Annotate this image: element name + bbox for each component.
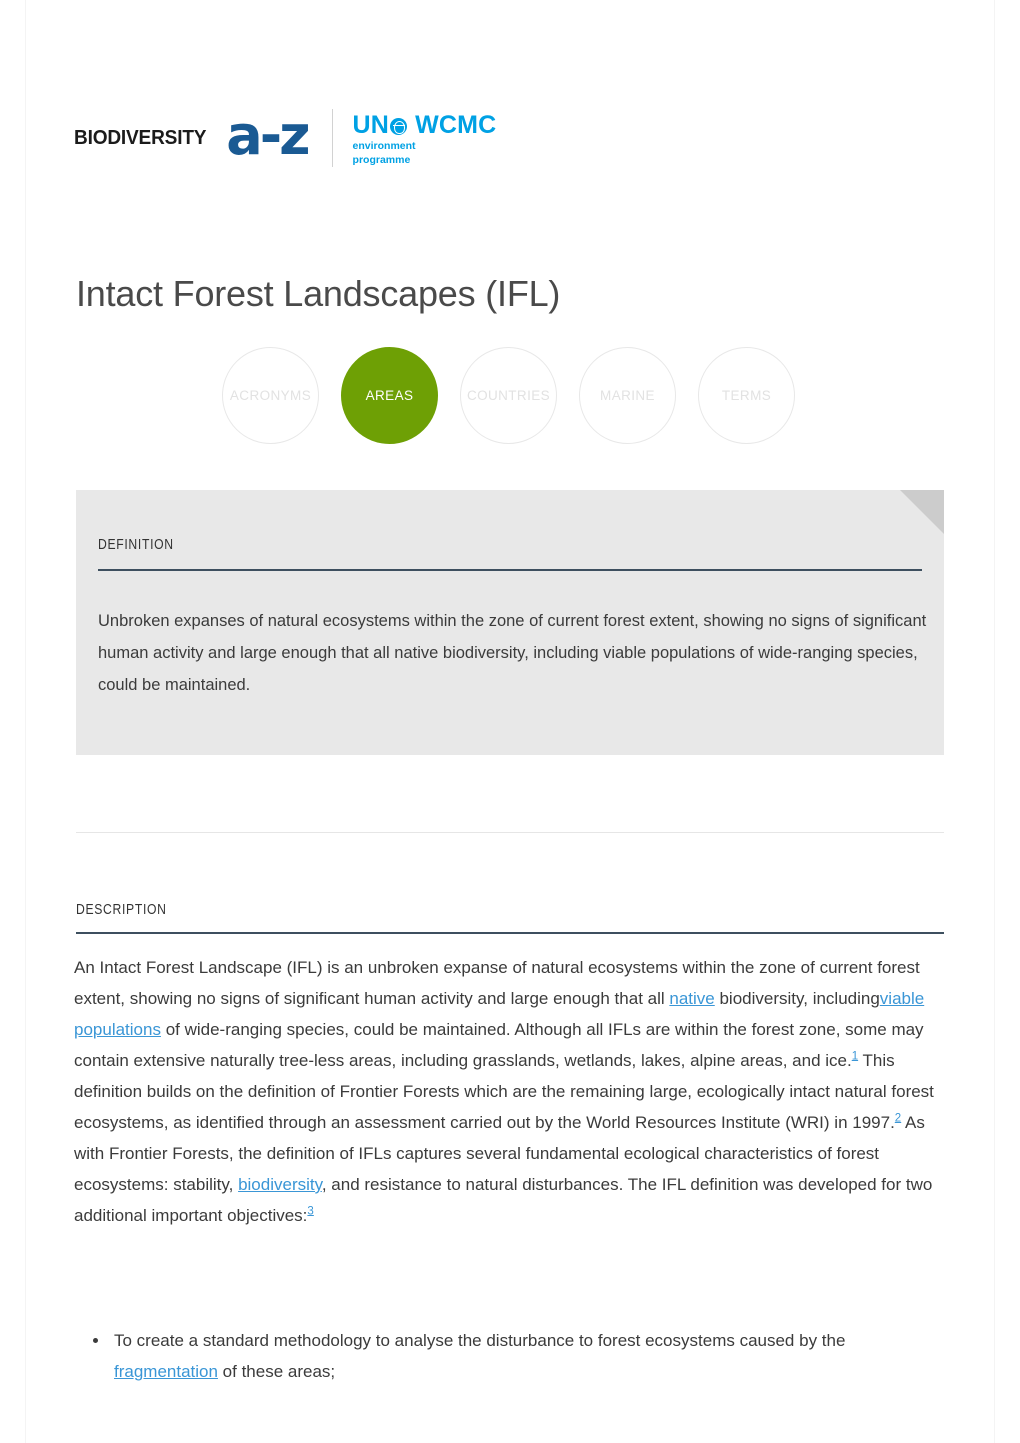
desc-text-2: biodiversity, including <box>714 989 880 1008</box>
objective-text-2: of these areas; <box>217 1362 336 1381</box>
biodiversity-az-logo[interactable]: BIODIVERSITY a-z <box>74 100 311 176</box>
category-circle-areas[interactable]: AREAS <box>341 347 438 444</box>
link-fragmentation[interactable]: fragmentation <box>114 1362 218 1381</box>
site-header: BIODIVERSITY a-z UN WCMC environment pro… <box>74 100 496 176</box>
unep-subtitle-programme: programme <box>352 154 411 166</box>
category-label-terms: TERMS <box>721 388 772 403</box>
un-text: UN <box>352 111 390 139</box>
wcmc-text: WCMC <box>415 111 497 139</box>
definition-text: Unbroken expanses of natural ecosystems … <box>98 612 927 694</box>
definition-underline <box>98 569 922 571</box>
category-label-marine: MARINE <box>600 388 655 403</box>
footnote-link-3[interactable]: 3 <box>307 1205 313 1218</box>
category-nav: ACRONYMS AREAS COUNTRIES MARINE TERMS <box>222 347 817 444</box>
link-biodiversity[interactable]: biodiversity <box>238 1175 322 1194</box>
definition-heading: DEFINITION <box>98 537 174 553</box>
corner-fold-decoration <box>900 490 944 534</box>
logo-divider <box>331 109 333 167</box>
page-right-edge <box>994 0 995 1443</box>
section-divider <box>76 832 944 833</box>
un-globe-icon <box>390 117 408 135</box>
desc-text-3: of wide-ranging species, could be mainta… <box>74 1020 924 1070</box>
link-native[interactable]: native <box>669 989 714 1008</box>
category-label-areas: AREAS <box>365 388 414 403</box>
category-label-acronyms: ACRONYMS <box>229 388 312 403</box>
footnote-ref-3[interactable]: 3 <box>307 1205 313 1218</box>
category-circle-terms[interactable]: TERMS <box>698 347 795 444</box>
page-left-edge <box>25 0 26 1443</box>
objective-text-1: To create a standard methodology to anal… <box>114 1331 846 1350</box>
list-item: To create a standard methodology to anal… <box>110 1325 950 1387</box>
category-circle-acronyms[interactable]: ACRONYMS <box>222 347 319 444</box>
unep-wcmc-logo[interactable]: UN WCMC environment programme <box>353 108 497 170</box>
definition-panel: DEFINITION Unbroken expanses of natural … <box>76 490 944 755</box>
category-label-countries: COUNTRIES <box>466 388 551 403</box>
page-title: Intact Forest Landscapes (IFL) <box>76 273 561 314</box>
biodiversity-wordmark: BIODIVERSITY <box>74 126 207 149</box>
unep-subtitle-environment: environment <box>352 140 416 152</box>
page-canvas: BIODIVERSITY a-z UN WCMC environment pro… <box>0 0 1020 1443</box>
description-paragraph: An Intact Forest Landscape (IFL) is an u… <box>74 952 950 1231</box>
category-circle-countries[interactable]: COUNTRIES <box>460 347 557 444</box>
description-heading: DESCRIPTION <box>76 902 167 918</box>
objectives-list: To create a standard methodology to anal… <box>74 1325 950 1387</box>
description-underline <box>76 932 944 934</box>
unep-wcmc-title-row: UN WCMC <box>353 112 497 138</box>
az-mark: a-z <box>226 104 310 167</box>
category-circle-marine[interactable]: MARINE <box>579 347 676 444</box>
